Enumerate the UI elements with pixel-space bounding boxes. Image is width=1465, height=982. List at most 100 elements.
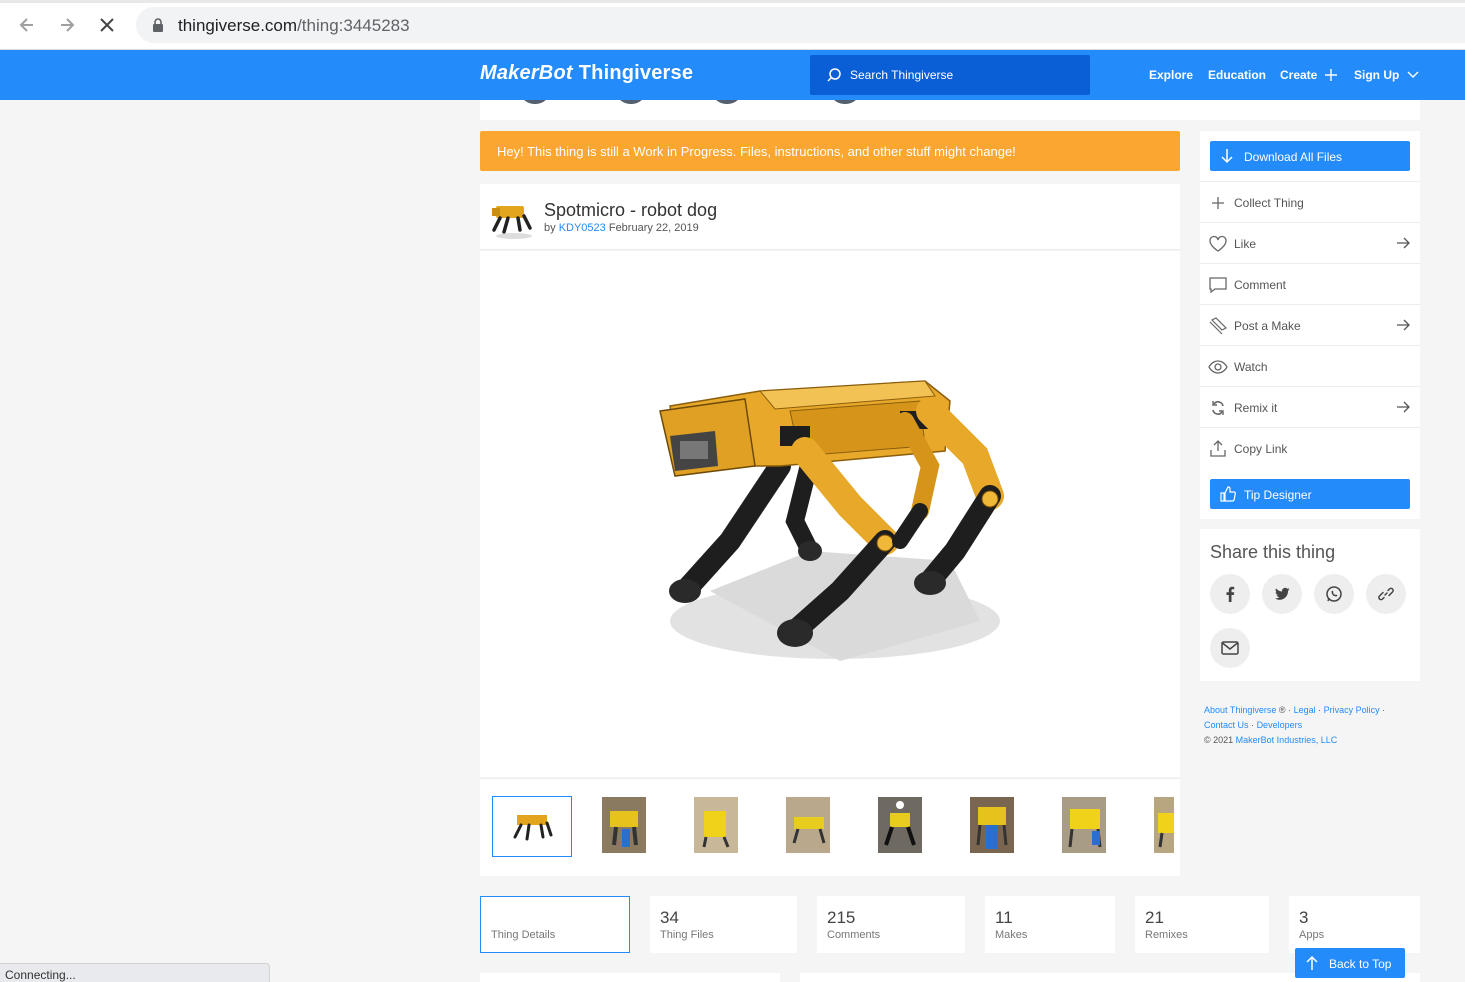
separator: · <box>1318 705 1322 715</box>
collect-thing-button[interactable]: Collect Thing <box>1200 181 1420 222</box>
footer-line-2: Contact Us · Developers <box>1204 718 1420 733</box>
author-link[interactable]: KDY0523 <box>559 222 606 234</box>
thing-meta: by KDY0523 February 22, 2019 <box>544 222 699 234</box>
nav-explore[interactable]: Explore <box>1149 68 1193 82</box>
nav-education[interactable]: Education <box>1208 68 1266 82</box>
post-a-make-button[interactable]: Post a Make <box>1200 304 1420 345</box>
peek-shape <box>712 100 742 104</box>
robot-dog-image <box>659 380 1004 661</box>
arrow-right-icon <box>1396 318 1410 337</box>
remix-button[interactable]: Remix it <box>1200 386 1420 427</box>
stat-number: 21 <box>1145 908 1164 927</box>
stat-number: 11 <box>995 908 1013 927</box>
thumbnail[interactable] <box>602 797 646 853</box>
peek-shape <box>520 100 550 104</box>
thumbnail[interactable] <box>694 797 738 853</box>
back-arrow-icon[interactable] <box>14 12 40 38</box>
address-bar[interactable]: thingiverse.com/thing:3445283 <box>136 7 1465 43</box>
thing-title: Spotmicro - robot dog <box>544 200 718 220</box>
watch-button[interactable]: Watch <box>1200 345 1420 386</box>
main-image-viewer[interactable] <box>480 251 1180 777</box>
status-text: Connecting... <box>5 968 76 982</box>
thumbnail[interactable] <box>1154 797 1174 853</box>
wip-banner: Hey! This thing is still a Work in Progr… <box>480 131 1180 171</box>
peek-shape <box>616 100 646 104</box>
footer-line-3: © 2021 MakerBot Industries, LLC <box>1204 733 1420 748</box>
thumbnail[interactable] <box>492 796 572 857</box>
tab-apps[interactable]: 3 Apps <box>1289 896 1420 953</box>
eye-icon <box>1208 357 1228 377</box>
twitter-share-button[interactable] <box>1262 574 1302 614</box>
share-upload-icon <box>1208 439 1228 459</box>
comment-label: Comment <box>1234 278 1287 292</box>
stop-loading-icon[interactable] <box>94 12 120 38</box>
heart-icon <box>1208 234 1228 254</box>
details-card-edge <box>480 973 780 982</box>
separator: · <box>1288 705 1292 715</box>
whatsapp-share-button[interactable] <box>1314 574 1354 614</box>
stat-label: Thing Details <box>491 929 556 941</box>
thumbnail[interactable] <box>970 797 1014 853</box>
twitter-icon <box>1275 587 1290 600</box>
browser-status-bubble: Connecting... <box>0 963 270 982</box>
thumbnail[interactable] <box>1062 797 1106 853</box>
facebook-icon <box>1226 586 1235 602</box>
stat-label: Thing Files <box>660 929 714 941</box>
tab-comments[interactable]: 215 Comments <box>817 896 965 953</box>
arrow-right-icon <box>1396 236 1410 255</box>
comment-button[interactable]: Comment <box>1200 263 1420 304</box>
thumbnail[interactable] <box>786 797 830 853</box>
whatsapp-icon <box>1326 586 1342 602</box>
like-label: Like <box>1234 237 1257 251</box>
publish-date: February 22, 2019 <box>608 222 699 234</box>
footer-line-1: About Thingiverse ® · Legal · Privacy Po… <box>1204 703 1420 718</box>
search-input[interactable]: Search Thingiverse <box>810 55 1090 95</box>
developers-link[interactable]: Developers <box>1257 720 1303 730</box>
back-to-top-label: Back to Top <box>1329 957 1392 971</box>
copy-link-button[interactable]: Copy Link <box>1200 427 1420 468</box>
scrolled-content-edge <box>480 100 1420 120</box>
tip-designer-button[interactable]: Tip Designer <box>1210 479 1410 509</box>
search-placeholder: Search Thingiverse <box>850 68 954 82</box>
thing-header: Spotmicro - robot dog by KDY0523 Februar… <box>480 184 1180 250</box>
search-icon <box>826 67 842 88</box>
email-share-button[interactable] <box>1210 628 1250 668</box>
about-link[interactable]: About Thingiverse <box>1204 705 1276 715</box>
watch-label: Watch <box>1234 360 1268 374</box>
nav-signup-label: Sign Up <box>1354 68 1400 82</box>
logo-thingiverse: Thingiverse <box>578 62 694 84</box>
copy-link-label: Copy Link <box>1234 442 1288 456</box>
url-text: thingiverse.com/thing:3445283 <box>178 16 410 36</box>
tab-strip-edge <box>0 0 1465 3</box>
thumbnail[interactable] <box>878 797 922 853</box>
legal-link[interactable]: Legal <box>1294 705 1316 715</box>
tab-remixes[interactable]: 21 Remixes <box>1135 896 1269 953</box>
facebook-share-button[interactable] <box>1210 574 1250 614</box>
stat-number: 215 <box>827 908 856 927</box>
forward-arrow-icon[interactable] <box>54 12 80 38</box>
copy-link-share-button[interactable] <box>1366 574 1406 614</box>
back-to-top-button[interactable]: Back to Top <box>1295 948 1405 978</box>
mail-icon <box>1221 641 1239 655</box>
privacy-link[interactable]: Privacy Policy <box>1324 705 1380 715</box>
contact-link[interactable]: Contact Us <box>1204 720 1249 730</box>
link-icon <box>1378 587 1394 601</box>
download-all-files-button[interactable]: Download All Files <box>1210 141 1410 171</box>
thumbnail-strip <box>480 778 1180 876</box>
thing-avatar[interactable] <box>486 194 536 242</box>
logo-makerbot: MakerBot <box>480 62 573 84</box>
url-host: thingiverse.com <box>178 16 298 35</box>
tab-thing-files[interactable]: 34 Thing Files <box>650 896 797 953</box>
tab-thing-details[interactable]: Thing Details <box>480 896 630 953</box>
stat-label: Comments <box>827 929 881 941</box>
registered-mark: ® <box>1278 705 1286 715</box>
like-button[interactable]: Like <box>1200 222 1420 263</box>
wip-banner-text: Hey! This thing is still a Work in Progr… <box>497 144 1016 159</box>
company-link[interactable]: MakerBot Industries, LLC <box>1236 735 1338 745</box>
nav-create[interactable]: Create <box>1280 68 1337 82</box>
tab-makes[interactable]: 11 Makes <box>985 896 1115 953</box>
nav-signup[interactable]: Sign Up <box>1354 68 1419 82</box>
remix-icon <box>1208 398 1228 418</box>
remix-label: Remix it <box>1234 401 1278 415</box>
site-logo[interactable]: MakerBot Thingiverse <box>480 62 693 85</box>
